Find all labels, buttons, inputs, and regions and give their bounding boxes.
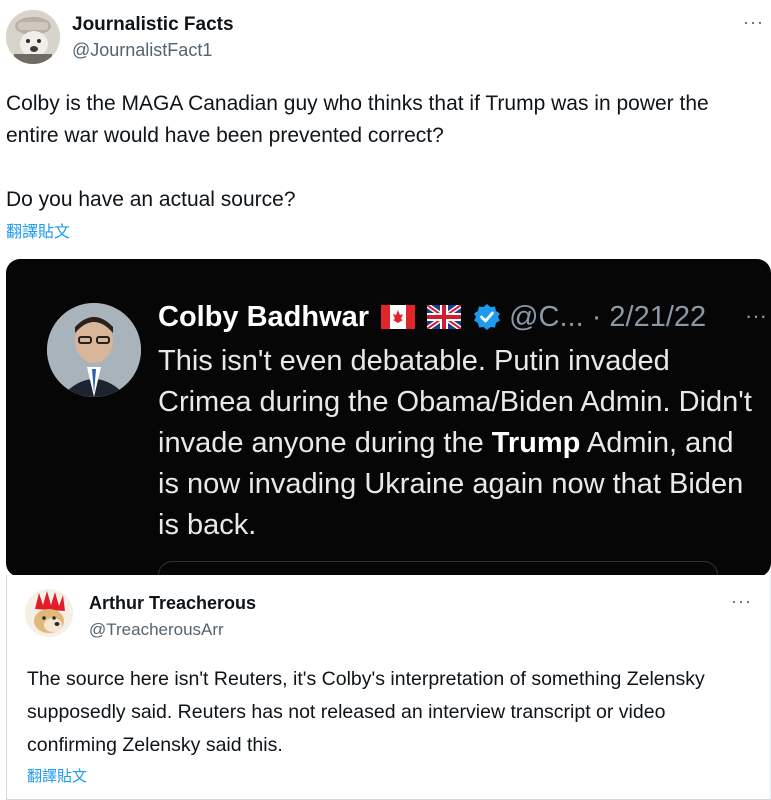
- reply-translate-post-link[interactable]: 翻譯貼文: [27, 765, 87, 786]
- tweet-text: Colby is the MAGA Canadian guy who think…: [6, 88, 766, 216]
- embedded-tweet-text: This isn't even debatable. Putin invaded…: [158, 341, 758, 546]
- tweet-header: Journalistic Facts @JournalistFact1 ···: [6, 8, 766, 68]
- reply-author-avatar[interactable]: [25, 589, 73, 637]
- reply-author-handle[interactable]: @TreacherousArr: [89, 620, 224, 640]
- author-name[interactable]: Journalistic Facts: [72, 14, 234, 36]
- embedded-more-icon: ···: [745, 303, 767, 328]
- reply-more-options-icon[interactable]: ···: [731, 591, 752, 612]
- author-avatar[interactable]: [6, 10, 60, 64]
- colby-avatar: [47, 303, 141, 397]
- more-options-icon[interactable]: ···: [743, 12, 764, 33]
- person-avatar-icon: [47, 303, 141, 397]
- dog-avatar-icon: [6, 10, 60, 64]
- embedded-handle-date: @C... · 2/21/22: [509, 300, 707, 333]
- doge-avatar-icon: [25, 589, 73, 637]
- reply-tweet[interactable]: Arthur Treacherous @TreacherousArr ··· T…: [6, 575, 771, 800]
- tweet-text-paragraph-2: Do you have an actual source?: [6, 188, 296, 211]
- reply-author-name[interactable]: Arthur Treacherous: [89, 593, 256, 614]
- uk-flag-icon: [427, 305, 462, 329]
- embedded-text-bold: Trump: [491, 427, 581, 459]
- translate-post-link[interactable]: 翻譯貼文: [6, 218, 70, 242]
- embedded-tweet-header: Colby Badhwar @C... · 2/21/22: [158, 297, 706, 337]
- tweet-text-paragraph-1: Colby is the MAGA Canadian guy who think…: [6, 92, 709, 147]
- reply-text: The source here isn't Reuters, it's Colb…: [27, 668, 705, 756]
- embedded-author-name: Colby Badhwar: [158, 300, 370, 333]
- canada-flag-icon: [381, 305, 416, 329]
- author-handle[interactable]: @JournalistFact1: [72, 40, 212, 61]
- verified-badge-icon: [474, 304, 501, 330]
- embedded-tweet-image[interactable]: Colby Badhwar @C... · 2/21/22 ··· This i…: [6, 259, 771, 577]
